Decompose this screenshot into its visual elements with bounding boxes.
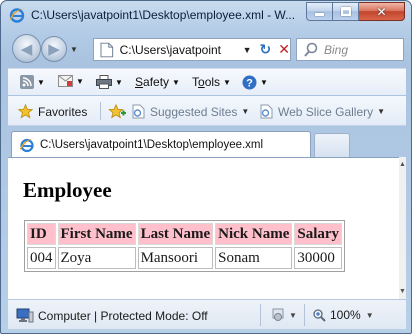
column-header-last-name: Last Name	[137, 223, 214, 245]
tools-menu[interactable]: Tools ▼	[192, 75, 231, 89]
stop-icon[interactable]: ✕	[278, 41, 290, 58]
help-menu[interactable]: ? ▼	[242, 75, 268, 90]
minimize-icon	[315, 13, 324, 16]
page-icon	[100, 42, 114, 57]
add-favorite-icon	[108, 104, 126, 119]
feeds-dropdown-icon: ▼	[37, 77, 45, 87]
security-zone[interactable]: Computer | Protected Mode: Off	[16, 308, 208, 323]
tab-employee-xml[interactable]: C:\Users\javatpoint1\Desktop\employee.xm…	[11, 131, 311, 157]
column-header-id: ID	[27, 223, 56, 245]
recent-pages-dropdown-icon[interactable]: ▼	[70, 45, 78, 54]
search-box[interactable]: Bing	[296, 38, 404, 61]
forward-arrow-icon: ▶	[48, 41, 60, 58]
print-dropdown-icon: ▼	[115, 77, 123, 87]
table-row: 004 Zoya Mansoori Sonam 30000	[27, 247, 343, 269]
maximize-button[interactable]	[333, 2, 359, 21]
mail-icon	[58, 75, 73, 87]
zoom-icon	[313, 308, 326, 322]
address-bar[interactable]: C:\Users\javatpoint ▼ ↻ ✕	[93, 38, 291, 61]
window-title: C:\Users\javatpoint1\Desktop\employee.xm…	[31, 8, 296, 22]
employee-table: ID First Name Last Name Nick Name Salary…	[24, 220, 346, 272]
web-slice-page-icon	[260, 104, 273, 119]
page-status-button[interactable]: ▼	[270, 308, 297, 322]
scroll-up-icon[interactable]: ▲	[399, 161, 406, 168]
new-tab-button[interactable]	[314, 133, 350, 157]
page-content: Employee ID First Name Last Name Nick Na…	[8, 157, 399, 299]
tools-label: Tools	[192, 75, 221, 89]
tools-dropdown-icon: ▼	[223, 77, 231, 87]
zone-text: Computer | Protected Mode: Off	[38, 308, 208, 323]
web-slice-dropdown-icon: ▼	[377, 107, 386, 116]
computer-icon	[16, 308, 34, 323]
add-to-favorites-bar-button[interactable]	[108, 104, 126, 119]
safety-menu[interactable]: Safety ▼	[135, 75, 180, 89]
refresh-icon[interactable]: ↻	[260, 41, 272, 58]
status-divider-2	[304, 304, 305, 326]
cell-first-name: Zoya	[57, 247, 136, 269]
suggested-sites-label: Suggested Sites	[150, 104, 238, 119]
close-button[interactable]: ✕	[359, 2, 405, 21]
maximize-icon	[340, 7, 351, 16]
web-slice-gallery-link[interactable]: Web Slice Gallery ▼	[260, 104, 385, 119]
safety-label: Safety	[135, 75, 170, 89]
zoom-level: 100%	[330, 308, 361, 322]
suggested-sites-dropdown-icon: ▼	[241, 107, 250, 116]
address-dropdown-icon[interactable]: ▼	[243, 45, 252, 55]
title-bar[interactable]: C:\Users\javatpoint1\Desktop\employee.xm…	[1, 1, 411, 29]
favorites-divider	[100, 102, 101, 120]
rss-feed-icon	[20, 75, 34, 89]
read-mail-button[interactable]: ▼	[58, 75, 84, 87]
status-options-dropdown-icon: ▼	[289, 310, 297, 320]
status-options-icon	[272, 308, 284, 321]
ie-page-icon	[20, 138, 34, 152]
status-divider	[260, 304, 261, 326]
suggested-sites-link[interactable]: Suggested Sites ▼	[132, 104, 249, 119]
window-controls: ✕	[306, 2, 405, 21]
cell-last-name: Mansoori	[137, 247, 214, 269]
zoom-control[interactable]: 100% ▼	[313, 308, 374, 322]
web-slice-gallery-label: Web Slice Gallery	[278, 104, 374, 119]
tab-label: C:\Users\javatpoint1\Desktop\employee.xm…	[40, 138, 264, 151]
cell-salary: 30000	[294, 247, 343, 269]
favorites-star-icon	[18, 104, 33, 119]
help-dropdown-icon: ▼	[260, 78, 268, 87]
browser-window: C:\Users\javatpoint1\Desktop\employee.xm…	[0, 0, 412, 334]
back-button[interactable]: ◀	[12, 34, 41, 63]
column-header-nick-name: Nick Name	[215, 223, 293, 245]
tab-row: C:\Users\javatpoint1\Desktop\employee.xm…	[8, 127, 406, 157]
column-header-first-name: First Name	[57, 223, 136, 245]
minimize-button[interactable]	[306, 2, 333, 21]
vertical-scrollbar[interactable]: ▲ ▼	[399, 157, 406, 299]
print-button[interactable]: ▼	[96, 75, 123, 89]
status-bar: Computer | Protected Mode: Off ▼ 100% ▼	[8, 299, 406, 329]
scroll-down-icon[interactable]: ▼	[399, 288, 406, 295]
safety-dropdown-icon: ▼	[172, 77, 180, 87]
address-input[interactable]: C:\Users\javatpoint	[120, 43, 237, 57]
mail-dropdown-icon: ▼	[76, 76, 84, 86]
cell-nick-name: Sonam	[215, 247, 293, 269]
favorites-button[interactable]: Favorites	[18, 104, 87, 119]
forward-button[interactable]: ▶	[41, 36, 67, 62]
suggested-sites-page-icon	[132, 104, 145, 119]
search-placeholder: Bing	[324, 42, 349, 57]
svg-text:?: ?	[246, 78, 253, 90]
column-header-salary: Salary	[294, 223, 343, 245]
search-icon	[304, 42, 318, 57]
page-title: Employee	[23, 178, 112, 202]
cell-id: 004	[27, 247, 56, 269]
navigation-row: ◀ ▶ ▼ C:\Users\javatpoint ▼ ↻ ✕ Bing	[1, 31, 411, 67]
command-bar: ▼ ▼ ▼ Safety ▼ Tools ▼ ? ▼	[8, 68, 406, 95]
table-header-row: ID First Name Last Name Nick Name Salary	[27, 223, 343, 245]
help-icon: ?	[242, 75, 257, 90]
favorites-bar: Favorites Suggested Sites ▼ Web Slice Ga…	[8, 96, 406, 126]
ie-logo-icon	[9, 8, 25, 23]
zoom-dropdown-icon: ▼	[365, 310, 374, 320]
favorites-label: Favorites	[38, 104, 88, 119]
feeds-button[interactable]: ▼	[20, 75, 45, 89]
close-icon: ✕	[376, 4, 387, 19]
printer-icon	[96, 75, 112, 89]
back-arrow-icon: ◀	[20, 40, 33, 58]
